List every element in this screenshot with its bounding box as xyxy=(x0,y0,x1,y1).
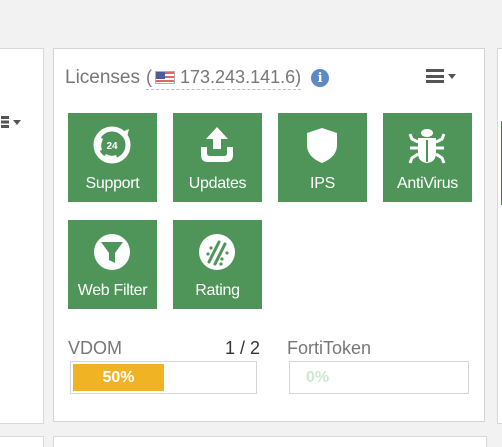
tile-label: Support xyxy=(85,175,140,192)
neighbor-widget-right xyxy=(497,48,502,424)
ip-address-link[interactable]: ( 173.243.141.6 ) xyxy=(146,66,302,90)
us-flag-icon xyxy=(155,70,175,84)
fortitoken-progress-bar[interactable]: 0% xyxy=(289,361,469,394)
license-tile-antivirus[interactable]: AntiVirus xyxy=(383,113,472,202)
shield-icon xyxy=(307,128,337,163)
vdom-progress-bar[interactable]: 50% xyxy=(70,361,257,394)
neighbor-menu-icon[interactable] xyxy=(1,115,27,129)
tile-label: Updates xyxy=(188,175,247,192)
license-tile-ips[interactable]: IPS xyxy=(278,113,367,202)
chevron-down-icon xyxy=(448,73,456,79)
rating-icon xyxy=(199,234,235,270)
neighbor-widget-bottom xyxy=(53,436,487,447)
widget-menu-button[interactable] xyxy=(426,67,462,85)
upload-icon xyxy=(201,127,233,162)
support-badge-text: 24 xyxy=(106,141,118,152)
info-icon[interactable]: i xyxy=(311,69,330,87)
hamburger-menu-icon xyxy=(426,69,444,83)
ip-address: 173.243.141.6 xyxy=(180,66,296,87)
license-tile-support[interactable]: 24 Support xyxy=(68,113,157,202)
ip-open-paren: ( xyxy=(146,66,152,87)
license-tile-updates[interactable]: Updates xyxy=(173,113,262,202)
support-24-icon: 24 xyxy=(93,126,131,164)
widget-title: Licenses xyxy=(65,67,140,88)
fortitoken-percent-text: 0% xyxy=(306,369,330,386)
licenses-widget: Licenses ( 173.243.141.6 ) i 24 Support … xyxy=(53,48,485,422)
widget-header: Licenses ( 173.243.141.6 ) i xyxy=(65,65,330,91)
tile-label: Web Filter xyxy=(77,282,148,299)
license-tile-web-filter[interactable]: Web Filter xyxy=(68,220,157,309)
tile-label: Rating xyxy=(195,282,240,299)
tile-label: IPS xyxy=(310,175,335,192)
filter-funnel-icon xyxy=(94,234,130,270)
tile-label: AntiVirus xyxy=(396,175,459,192)
vdom-percent-text: 50% xyxy=(102,369,135,386)
vdom-label: VDOM xyxy=(68,338,122,358)
fortitoken-label: FortiToken xyxy=(287,338,372,358)
vdom-count: 1 / 2 xyxy=(225,338,261,358)
bug-icon xyxy=(408,129,446,164)
dashboard: Licenses ( 173.243.141.6 ) i 24 Support … xyxy=(0,0,502,447)
neighbor-widget-bottom-left xyxy=(0,436,44,447)
license-tile-rating[interactable]: Rating xyxy=(173,220,262,309)
neighbor-widget-left xyxy=(0,48,44,424)
ip-close-paren: ) xyxy=(295,66,302,87)
